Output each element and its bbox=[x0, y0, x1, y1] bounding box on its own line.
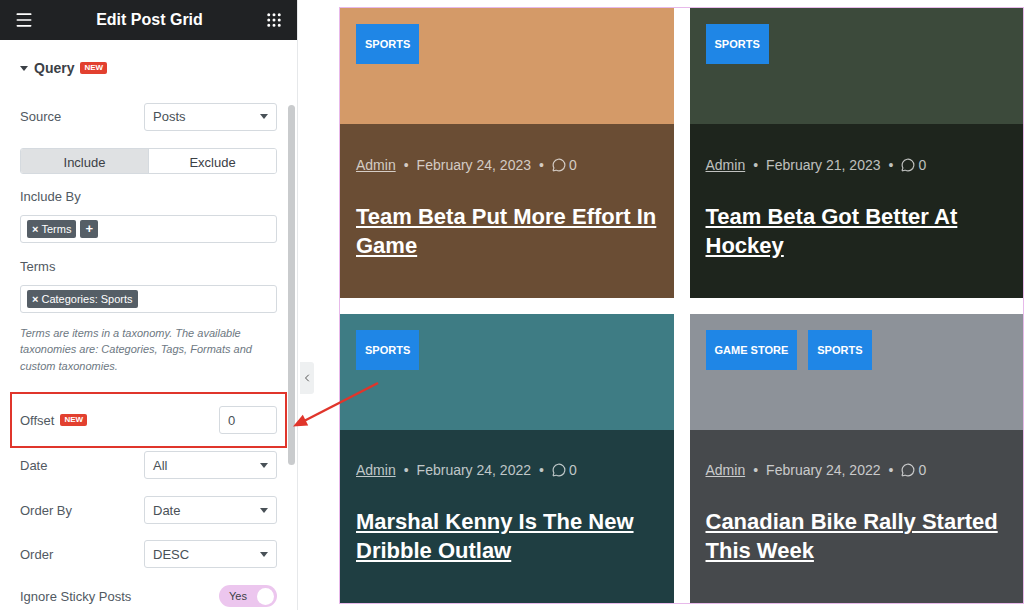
post-meta: Admin•February 24, 2022•0 bbox=[706, 461, 1008, 479]
panel-title: Edit Post Grid bbox=[96, 11, 203, 29]
chip: ×Categories: Sports bbox=[27, 290, 138, 308]
help-text: Terms are items in a taxonomy. The avail… bbox=[20, 325, 277, 375]
post-grid: SPORTS Admin•February 24, 2023•0 Team Beta… bbox=[339, 7, 1024, 604]
post-title[interactable]: Marshal Kenny Is The New Dribble Outlaw bbox=[356, 507, 658, 565]
post-date: February 21, 2023 bbox=[766, 156, 880, 174]
category-badge[interactable]: SPORTS bbox=[356, 24, 419, 64]
post-date: February 24, 2022 bbox=[766, 461, 880, 479]
category-list: SPORTS bbox=[356, 330, 658, 370]
segmented-control: IncludeExclude bbox=[20, 148, 277, 174]
annotation-arrow-icon bbox=[288, 378, 384, 432]
select[interactable]: Posts bbox=[144, 103, 277, 131]
chip-remove[interactable]: × bbox=[32, 292, 38, 306]
switch-knob bbox=[257, 588, 274, 605]
chip-remove[interactable]: × bbox=[32, 222, 38, 236]
segment-button[interactable]: Exclude bbox=[148, 149, 276, 174]
post-title[interactable]: Canadian Bike Rally Started This Week bbox=[706, 507, 1008, 565]
category-badge[interactable]: GAME STORE bbox=[706, 330, 798, 370]
panel-header: Edit Post Grid bbox=[0, 0, 297, 40]
post-info: Admin•February 24, 2022•0 Marshal Kenny I… bbox=[356, 461, 658, 587]
comment-count[interactable]: 0 bbox=[901, 156, 926, 174]
post-author[interactable]: Admin bbox=[356, 461, 396, 479]
control-label: OffsetNEW bbox=[20, 413, 87, 428]
select-row: Date All bbox=[20, 451, 277, 479]
chip-field[interactable]: ×Terms+ bbox=[20, 215, 277, 243]
post-date: February 24, 2022 bbox=[417, 461, 531, 479]
category-list: GAME STORESPORTS bbox=[706, 330, 1008, 370]
number-row: OffsetNEW bbox=[20, 406, 277, 434]
post-card[interactable]: GAME STORESPORTS Admin•February 24, 2022•… bbox=[690, 314, 1024, 604]
category-badge[interactable]: SPORTS bbox=[706, 24, 769, 64]
new-badge: NEW bbox=[80, 62, 107, 74]
post-title[interactable]: Team Beta Put More Effort In Game bbox=[356, 202, 658, 260]
post-author[interactable]: Admin bbox=[706, 461, 746, 479]
post-author[interactable]: Admin bbox=[356, 156, 396, 174]
select-row: Source Posts bbox=[20, 103, 277, 131]
post-card[interactable]: SPORTS Admin•February 24, 2023•0 Team Beta… bbox=[340, 8, 674, 298]
dropdown-arrow-icon bbox=[260, 508, 268, 513]
segment-button[interactable]: Include bbox=[21, 149, 148, 174]
number-input[interactable] bbox=[219, 406, 277, 434]
control-label: Order bbox=[20, 547, 53, 562]
post-title[interactable]: Team Beta Got Better At Hockey bbox=[706, 202, 1008, 260]
caret-icon bbox=[20, 66, 28, 71]
post-meta: Admin•February 24, 2022•0 bbox=[356, 461, 658, 479]
editor-panel: Edit Post Grid QueryNEW Source Posts Include… bbox=[0, 0, 298, 610]
comment-icon bbox=[901, 463, 915, 477]
post-info: Admin•February 24, 2023•0 Team Beta Put M… bbox=[356, 156, 658, 282]
comment-count[interactable]: 0 bbox=[901, 461, 926, 479]
dropdown-arrow-icon bbox=[260, 463, 268, 468]
menu-icon[interactable] bbox=[12, 8, 36, 32]
control-label: Order By bbox=[20, 503, 72, 518]
post-meta: Admin•February 21, 2023•0 bbox=[706, 156, 1008, 174]
post-info: Admin•February 24, 2022•0 Canadian Bike R… bbox=[706, 461, 1008, 587]
control-label: Include By bbox=[20, 189, 277, 205]
select[interactable]: Date bbox=[144, 496, 277, 524]
control-label: Terms bbox=[20, 259, 277, 275]
post-meta: Admin•February 24, 2023•0 bbox=[356, 156, 658, 174]
panel-gutter bbox=[298, 0, 339, 610]
select-row: Order By Date bbox=[20, 496, 277, 524]
grid-icon[interactable] bbox=[263, 9, 285, 31]
control-label: Ignore Sticky Posts bbox=[20, 589, 131, 604]
select[interactable]: DESC bbox=[144, 540, 277, 568]
control-label: Source bbox=[20, 109, 61, 124]
category-badge[interactable]: SPORTS bbox=[808, 330, 871, 370]
comment-icon bbox=[901, 158, 915, 172]
switch-row: Ignore Sticky Posts Yes bbox=[20, 582, 277, 610]
post-card[interactable]: SPORTS Admin•February 21, 2023•0 Team Beta… bbox=[690, 8, 1024, 298]
post-author[interactable]: Admin bbox=[706, 156, 746, 174]
post-card[interactable]: SPORTS Admin•February 24, 2022•0 Marshal K… bbox=[340, 314, 674, 604]
post-date: February 24, 2023 bbox=[417, 156, 531, 174]
select-row: Order DESC bbox=[20, 540, 277, 568]
post-info: Admin•February 21, 2023•0 Team Beta Got B… bbox=[706, 156, 1008, 282]
category-badge[interactable]: SPORTS bbox=[356, 330, 419, 370]
dropdown-arrow-icon bbox=[260, 114, 268, 119]
comment-icon bbox=[552, 158, 566, 172]
select[interactable]: All bbox=[144, 451, 277, 479]
editor-page: Edit Post Grid QueryNEW Source Posts Include… bbox=[0, 0, 1024, 610]
dropdown-arrow-icon bbox=[260, 552, 268, 557]
section-heading[interactable]: QueryNEW bbox=[20, 56, 277, 81]
comment-count[interactable]: 0 bbox=[552, 461, 577, 479]
add-button[interactable]: + bbox=[80, 220, 98, 238]
panel-body: QueryNEWSourcePostsIncludeExcludeInclude… bbox=[0, 40, 297, 610]
highlight-box: OffsetNEW bbox=[10, 392, 287, 448]
toggle-switch[interactable]: Yes bbox=[219, 585, 277, 607]
control-label: Date bbox=[20, 458, 47, 473]
scrollbar[interactable] bbox=[288, 105, 295, 465]
comment-count[interactable]: 0 bbox=[552, 156, 577, 174]
comment-icon bbox=[552, 463, 566, 477]
category-list: SPORTS bbox=[356, 24, 658, 64]
chip: ×Terms bbox=[27, 220, 76, 238]
panel-content: QueryNEWSourcePostsIncludeExcludeInclude… bbox=[20, 40, 277, 610]
collapse-chevron-icon[interactable] bbox=[300, 362, 314, 394]
chip-field[interactable]: ×Categories: Sports bbox=[20, 285, 277, 313]
new-badge: NEW bbox=[60, 414, 87, 426]
category-list: SPORTS bbox=[706, 24, 1008, 64]
